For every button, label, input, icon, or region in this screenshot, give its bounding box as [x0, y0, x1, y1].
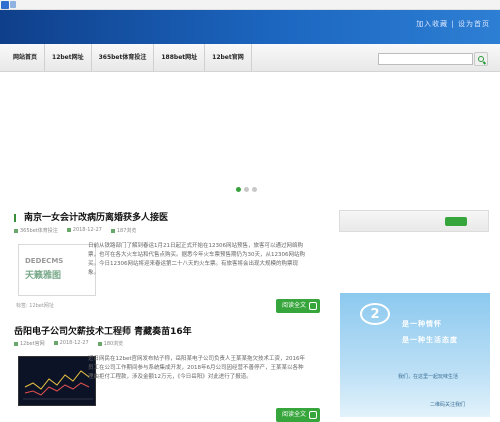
sidebar-badge[interactable] — [445, 217, 467, 226]
nav-item-365bet[interactable]: 365bet体育投注 — [92, 44, 155, 72]
search-input[interactable] — [378, 53, 473, 65]
article-category[interactable]: 12bet官网 — [20, 341, 45, 347]
arrow-right-icon — [309, 302, 317, 310]
slider-dot-1[interactable] — [236, 187, 241, 192]
thumb-logo-subtext: 天籁雅图 — [25, 271, 62, 281]
article-tags[interactable]: 标签: 12bet网址 — [16, 302, 54, 309]
article-thumbnail[interactable]: DEDECMS 天籁雅图 — [18, 244, 96, 296]
nav-item-home[interactable]: 网站首页 — [6, 44, 46, 72]
date-icon — [53, 340, 58, 345]
read-more-label: 阅读全文 — [282, 302, 307, 309]
ad-line-4: 二维码关注我们 — [430, 402, 466, 408]
article-views: 180浏览 — [103, 341, 124, 347]
arrow-right-icon — [309, 411, 317, 419]
sidebar-ad-banner[interactable]: 2 是一种情怀 是一种生活态度 我们，在这里一起玩味生活 二维码关注我们 — [340, 293, 490, 417]
sidebar-widget-header — [339, 210, 489, 232]
browser-tab-strip — [0, 0, 500, 10]
article-item: 南京一女会计改病历离婚获多人接医 — [14, 210, 322, 223]
article-thumbnail[interactable] — [18, 356, 96, 406]
views-icon — [110, 228, 115, 233]
category-icon — [14, 341, 18, 346]
article-title[interactable]: 岳阳电子公司欠薪技术工程师 青藏奏苗16年 — [14, 327, 192, 337]
article-item: 岳阳电子公司欠薪技术工程师 青藏奏苗16年 — [14, 324, 322, 337]
nav-item-12bet-official[interactable]: 12bet官网 — [205, 44, 252, 72]
article-date: 2018-12-27 — [72, 227, 102, 233]
site-favicon-icon — [1, 1, 9, 9]
ad-bubble-icon: 2 — [360, 303, 390, 325]
date-icon — [66, 227, 71, 232]
article-excerpt: 近日网民在12bet官网发布帖子称，岳阳某电子公司负责人王某某拖欠技术工资，20… — [88, 356, 306, 380]
chart-thumbnail-image — [23, 370, 93, 400]
site-header: 加入收藏 | 设为首页 — [0, 10, 500, 44]
slider-dot-2[interactable] — [244, 187, 249, 192]
ad-line-2: 是一种生活态度 — [402, 336, 458, 344]
ad-line-3: 我们，在这里一起玩味生活 — [398, 374, 459, 380]
article-category[interactable]: 365bet体育投注 — [20, 228, 58, 234]
ad-line-1: 是一种情怀 — [402, 320, 442, 328]
search-button[interactable] — [474, 52, 488, 66]
slider-pagination — [236, 187, 257, 192]
nav-item-188bet[interactable]: 188bet网址 — [154, 44, 206, 72]
tab-icon — [10, 1, 16, 8]
article-meta: 12bet官网 2018-12-27 180浏览 — [14, 340, 123, 347]
read-more-button[interactable]: 阅读全文 — [276, 299, 320, 313]
article-excerpt: 日前从铁路部门了解到春运1月21日起正式开始在12306网站预售，旅客可以通过网… — [88, 243, 305, 276]
views-icon — [97, 341, 102, 346]
bullet-icon — [14, 213, 20, 222]
main-nav: 网站首页 12bet网址 365bet体育投注 188bet网址 12bet官网 — [0, 44, 500, 72]
read-more-button[interactable]: 阅读全文 — [276, 408, 320, 422]
banner-slider — [0, 72, 500, 200]
category-icon — [14, 228, 18, 233]
thumb-logo-text: DEDECMS — [25, 257, 64, 265]
nav-item-12bet[interactable]: 12bet网址 — [45, 44, 92, 72]
article-views: 187浏览 — [116, 228, 137, 234]
article-meta: 365bet体育投注 2018-12-27 187浏览 — [14, 227, 136, 234]
slider-dot-3[interactable] — [252, 187, 257, 192]
article-date: 2018-12-27 — [59, 340, 89, 346]
article-title[interactable]: 南京一女会计改病历离婚获多人接医 — [24, 213, 168, 223]
header-top-links[interactable]: 加入收藏 | 设为首页 — [416, 19, 490, 29]
